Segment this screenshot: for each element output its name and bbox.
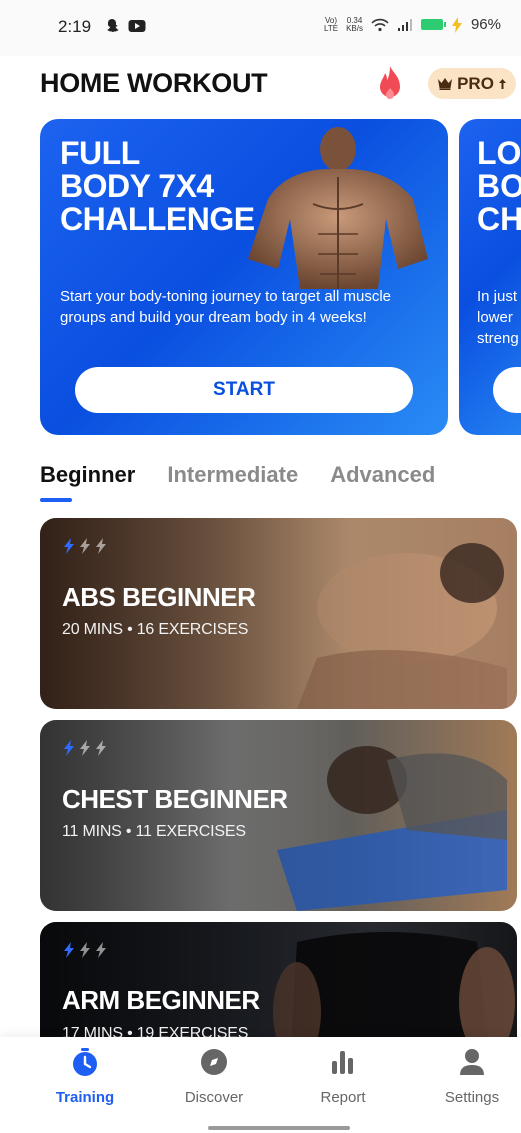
bolt-icon bbox=[96, 942, 106, 958]
workout-card-chest[interactable]: CHEST BEGINNER 11 MINS • 11 EXERCISES bbox=[40, 720, 517, 911]
timer-icon bbox=[70, 1047, 100, 1077]
nav-discover[interactable]: Discover bbox=[164, 1047, 264, 1106]
start-button[interactable]: START bbox=[75, 367, 413, 413]
bolt-icon bbox=[96, 740, 106, 756]
nav-training[interactable]: Training bbox=[35, 1047, 135, 1106]
compass-icon bbox=[199, 1047, 229, 1077]
challenge-card-peek[interactable]: LO BO CH In just lower streng bbox=[459, 119, 521, 435]
snapchat-icon bbox=[107, 19, 119, 33]
bolt-icon bbox=[80, 740, 90, 756]
app-header: HOME WORKOUT PRO bbox=[0, 56, 521, 116]
tab-intermediate[interactable]: Intermediate bbox=[167, 462, 298, 488]
person-icon bbox=[457, 1047, 487, 1077]
status-left-icons bbox=[104, 18, 146, 34]
challenge-title: FULL BODY 7X4 CHALLENGE bbox=[60, 135, 255, 237]
nav-label: Report bbox=[320, 1089, 366, 1106]
status-right: Vo) LTE 0.34 KB/s 96% bbox=[324, 16, 501, 33]
bolt-icon bbox=[64, 942, 74, 958]
challenge-carousel[interactable]: FULL BODY 7X4 CHALLENGE Start your body-… bbox=[0, 119, 521, 435]
workout-meta: 20 MINS • 16 EXERCISES bbox=[62, 621, 249, 638]
tab-indicator bbox=[40, 498, 72, 502]
nav-report[interactable]: Report bbox=[293, 1047, 393, 1106]
arrow-up-icon bbox=[498, 78, 506, 89]
nav-label: Training bbox=[55, 1089, 115, 1106]
pro-button[interactable]: PRO bbox=[428, 68, 516, 99]
tab-advanced[interactable]: Advanced bbox=[330, 462, 435, 488]
crown-icon bbox=[438, 78, 453, 90]
workout-title: CHEST BEGINNER bbox=[62, 784, 288, 814]
network-speed: 0.34 KB/s bbox=[346, 15, 363, 33]
peek-description: In just lower streng bbox=[477, 288, 519, 347]
battery-icon bbox=[420, 19, 446, 30]
status-bar: 2:19 Vo) LTE 0.34 KB/s 96% bbox=[0, 0, 521, 56]
difficulty-level bbox=[62, 942, 108, 958]
signal-icon bbox=[397, 18, 412, 31]
workout-meta: 11 MINS • 11 EXERCISES bbox=[62, 823, 246, 840]
workout-shade bbox=[40, 518, 517, 709]
difficulty-level bbox=[62, 538, 108, 554]
home-indicator[interactable] bbox=[208, 1126, 350, 1130]
difficulty-level bbox=[62, 740, 108, 756]
battery-percent: 96% bbox=[470, 16, 501, 33]
page-title: HOME WORKOUT bbox=[40, 68, 268, 98]
challenge-description: Start your body-toning journey to target… bbox=[60, 288, 392, 326]
tab-beginner[interactable]: Beginner bbox=[40, 462, 135, 502]
peek-start-button[interactable] bbox=[493, 367, 521, 413]
bar-chart-icon bbox=[328, 1047, 358, 1077]
flame-icon[interactable] bbox=[375, 64, 405, 104]
status-time: 2:19 bbox=[58, 17, 92, 36]
charging-icon bbox=[451, 16, 462, 33]
athlete-illustration bbox=[248, 127, 428, 289]
bolt-icon bbox=[80, 538, 90, 554]
bolt-icon bbox=[64, 538, 74, 554]
workout-title: ABS BEGINNER bbox=[62, 582, 256, 612]
level-tabs: Beginner Intermediate Advanced bbox=[40, 462, 435, 502]
workout-title: ARM BEGINNER bbox=[62, 985, 260, 1015]
nav-label: Discover bbox=[184, 1089, 244, 1106]
bolt-icon bbox=[64, 740, 74, 756]
workout-card-abs[interactable]: ABS BEGINNER 20 MINS • 16 EXERCISES bbox=[40, 518, 517, 709]
bolt-icon bbox=[96, 538, 106, 554]
nav-settings[interactable]: Settings bbox=[422, 1047, 521, 1106]
workout-shade bbox=[40, 720, 517, 911]
pro-label: PRO bbox=[457, 73, 494, 93]
nav-label: Settings bbox=[444, 1089, 500, 1106]
wifi-icon bbox=[371, 18, 389, 31]
peek-title: LO BO CH bbox=[477, 135, 521, 237]
challenge-card-full-body[interactable]: FULL BODY 7X4 CHALLENGE Start your body-… bbox=[40, 119, 448, 435]
network-label: Vo) LTE bbox=[323, 15, 339, 33]
youtube-icon bbox=[128, 20, 146, 32]
bolt-icon bbox=[80, 942, 90, 958]
bottom-nav: Training Discover Report Settings bbox=[0, 1037, 521, 1133]
